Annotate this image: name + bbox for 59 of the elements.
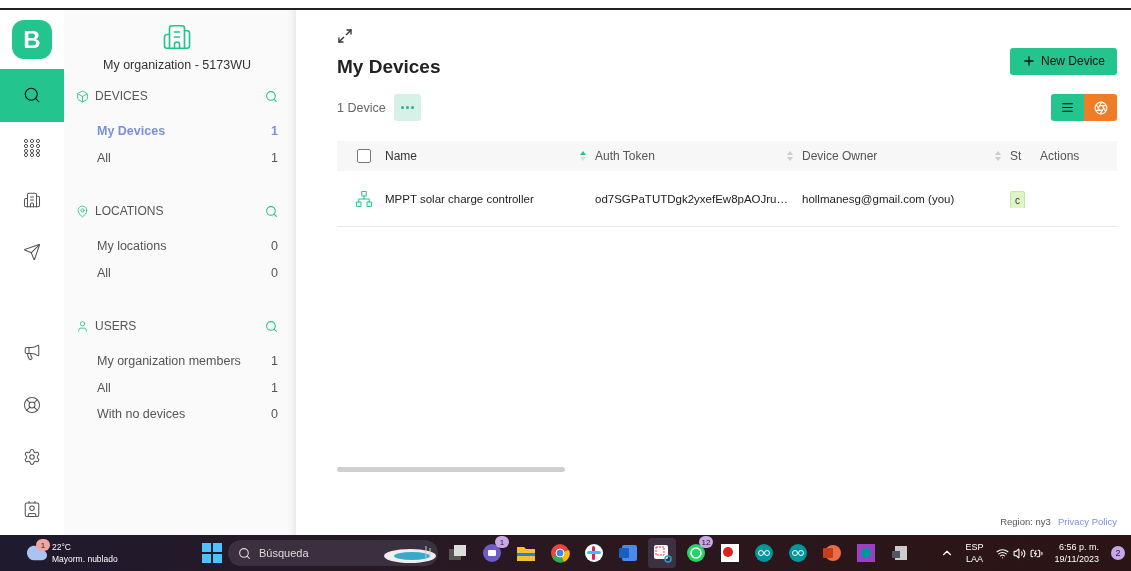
temperature: 22°C — [52, 541, 72, 553]
keyboard-layout[interactable]: LAA — [966, 553, 984, 565]
clock-time[interactable]: 6:56 p. m. — [1058, 541, 1099, 553]
status-badge: c — [1010, 190, 1025, 208]
section-title: DEVICES — [95, 89, 149, 103]
device-name[interactable]: MPPT solar charge controller — [385, 192, 595, 205]
megaphone-icon — [23, 343, 41, 362]
pin-icon — [76, 204, 89, 218]
column-header[interactable]: Device Owner — [802, 149, 878, 163]
region-label: Region: ny3 — [1000, 516, 1051, 527]
sidebar-item[interactable]: All 0 — [76, 259, 278, 286]
settings-icon — [23, 447, 41, 466]
notification-badge: 12 — [699, 536, 713, 548]
search-icon — [238, 546, 251, 560]
notification-badge: 1 — [495, 536, 509, 548]
building-icon — [162, 22, 192, 52]
column-header[interactable]: St — [1010, 149, 1022, 163]
sidebar-item[interactable]: All 1 — [76, 374, 278, 401]
column-header[interactable]: Actions — [1040, 149, 1080, 163]
notification-badge: 1 — [36, 539, 50, 551]
clock-date[interactable]: 19/11/2023 — [1054, 553, 1099, 565]
sidebar-item[interactable]: With no devices 0 — [76, 401, 278, 428]
language-label[interactable]: ESP — [965, 541, 984, 553]
scrollbar[interactable] — [337, 467, 565, 472]
user-icon — [76, 319, 89, 333]
wifi-icon[interactable] — [995, 546, 1009, 560]
select-all-checkbox[interactable] — [357, 149, 371, 163]
device-count: 1 Device — [337, 100, 386, 115]
search-field[interactable]: Búsqueda — [228, 540, 438, 566]
plus-icon — [1021, 54, 1036, 68]
map-view-button[interactable] — [1084, 94, 1117, 121]
list-icon — [1061, 101, 1074, 114]
lifebuoy-icon — [23, 395, 41, 414]
user-icon — [23, 499, 41, 518]
grid-icon — [23, 138, 41, 157]
weather-text: Mayorm. nublado — [52, 553, 118, 565]
cube-icon — [76, 89, 89, 103]
organization-name: My organization - 5173WU — [103, 58, 251, 72]
new-device-button[interactable]: New Device — [1009, 47, 1117, 75]
sidebar-item[interactable]: My locations 0 — [76, 233, 278, 260]
section-title: LOCATIONS — [95, 204, 165, 218]
table-cell-text: hollmanesg@gmail.com (you) — [802, 192, 956, 205]
building-icon — [23, 190, 41, 209]
sidebar-item[interactable]: All 1 — [76, 144, 278, 171]
list-view-button[interactable] — [1051, 94, 1084, 121]
search-icon — [23, 86, 41, 105]
start-icon[interactable] — [202, 543, 222, 563]
volume-icon[interactable] — [1012, 546, 1026, 560]
sidebar-item[interactable]: My organization members 1 — [76, 348, 278, 375]
scissors-icon[interactable] — [648, 538, 676, 568]
column-header[interactable]: Auth Token — [595, 149, 655, 163]
notification-badge[interactable]: 2 — [1111, 546, 1125, 560]
section-title: USERS — [95, 319, 138, 333]
device-icon — [355, 189, 373, 208]
table-cell-text: od7SGPaTUTDgk2yxefEw8pAOJru… — [595, 192, 790, 205]
page-title: My Devices — [337, 56, 441, 78]
expand-icon[interactable] — [337, 28, 353, 44]
column-header[interactable]: Name — [385, 149, 417, 163]
paper-plane-icon — [23, 243, 41, 262]
